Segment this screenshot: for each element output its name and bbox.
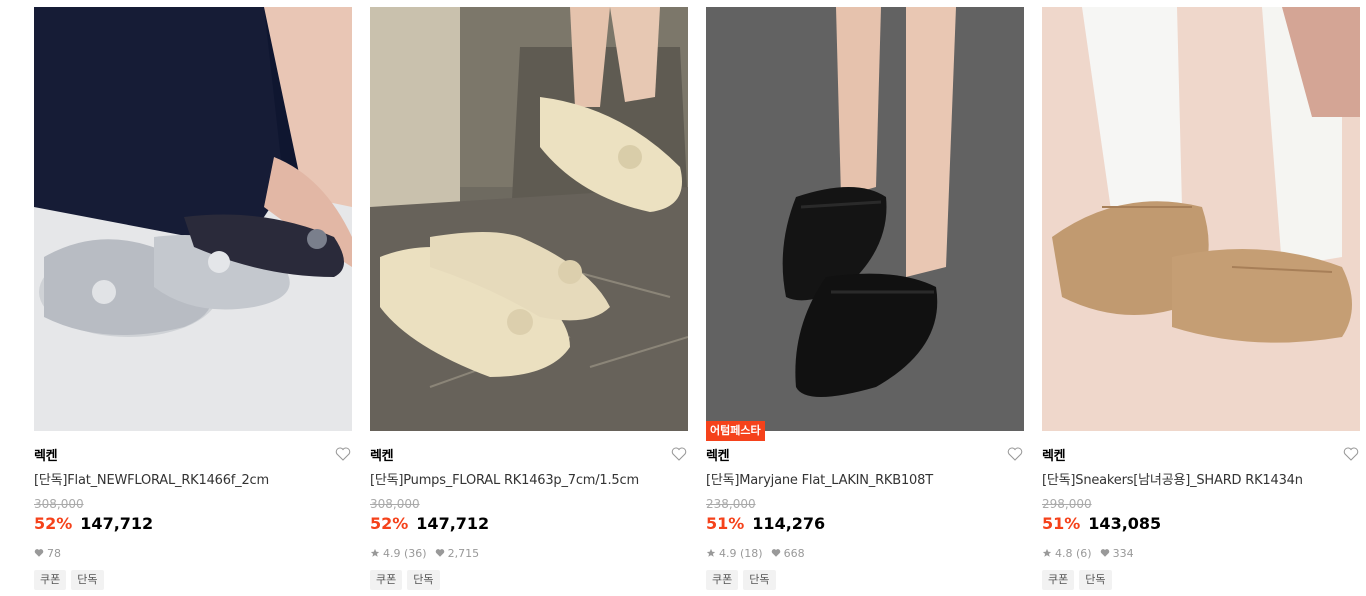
sale-price: 147,712 <box>80 514 154 533</box>
product-image[interactable]: 어텀페스타 <box>706 7 1024 441</box>
brand-name[interactable]: 렉켄 <box>706 445 730 464</box>
tag-exclusive: 단독 <box>1079 570 1112 590</box>
product-card[interactable]: 렉켄 [단독]Flat_NEWFLORAL_RK1466f_2cm 308,00… <box>34 7 352 590</box>
original-price: 308,000 <box>34 497 84 511</box>
discount-rate: 52% <box>370 514 409 533</box>
product-title[interactable]: [단독]Pumps_FLORAL RK1463p_7cm/1.5cm <box>370 472 688 489</box>
rating-value: 4.9 <box>719 546 737 560</box>
small-heart-icon <box>435 549 444 557</box>
product-image[interactable] <box>34 7 352 431</box>
like-count: 2,715 <box>447 546 480 560</box>
star-icon <box>370 548 380 557</box>
product-image[interactable] <box>370 7 688 431</box>
tag-exclusive: 단독 <box>71 570 104 590</box>
discount-rate: 51% <box>706 514 745 533</box>
original-price: 238,000 <box>706 497 756 511</box>
tag-coupon: 쿠폰 <box>706 570 739 590</box>
original-price: 308,000 <box>370 497 420 511</box>
sale-price: 143,085 <box>1088 514 1162 533</box>
small-heart-icon <box>34 549 44 557</box>
discount-rate: 52% <box>34 514 73 533</box>
like-count: 78 <box>47 546 61 560</box>
brand-name[interactable]: 렉켄 <box>370 445 394 464</box>
tag-exclusive: 단독 <box>407 570 440 590</box>
review-count: (6) <box>1076 546 1092 560</box>
tag-exclusive: 단독 <box>743 570 776 590</box>
rating-value: 4.9 <box>383 546 401 560</box>
original-price: 298,000 <box>1042 497 1092 511</box>
tag-coupon: 쿠폰 <box>1042 570 1075 590</box>
small-heart-icon <box>1100 549 1109 557</box>
review-count: (36) <box>404 546 427 560</box>
product-grid: 렉켄 [단독]Flat_NEWFLORAL_RK1466f_2cm 308,00… <box>0 0 1366 596</box>
star-icon <box>706 548 716 557</box>
like-count: 668 <box>783 546 805 560</box>
brand-name[interactable]: 렉켄 <box>34 445 58 464</box>
heart-icon[interactable] <box>670 445 688 463</box>
product-title[interactable]: [단독]Sneakers[남녀공용]_SHARD RK1434n <box>1042 472 1360 489</box>
brand-name[interactable]: 렉켄 <box>1042 445 1066 464</box>
small-heart-icon <box>771 549 780 557</box>
product-image[interactable] <box>1042 7 1360 431</box>
heart-icon[interactable] <box>334 445 352 463</box>
sale-price: 114,276 <box>752 514 826 533</box>
tag-coupon: 쿠폰 <box>370 570 403 590</box>
product-card[interactable]: 어텀페스타 렉켄 [단독]Maryjane Flat_LAKIN_RKB108T… <box>706 7 1024 590</box>
discount-rate: 51% <box>1042 514 1081 533</box>
promo-badge: 어텀페스타 <box>706 421 765 441</box>
product-title[interactable]: [단독]Maryjane Flat_LAKIN_RKB108T <box>706 472 1024 489</box>
rating-value: 4.8 <box>1055 546 1073 560</box>
heart-icon[interactable] <box>1342 445 1360 463</box>
tag-coupon: 쿠폰 <box>34 570 67 590</box>
sale-price: 147,712 <box>416 514 490 533</box>
like-count: 334 <box>1112 546 1134 560</box>
heart-icon[interactable] <box>1006 445 1024 463</box>
product-card[interactable]: 렉켄 [단독]Pumps_FLORAL RK1463p_7cm/1.5cm 30… <box>370 7 688 590</box>
product-title[interactable]: [단독]Flat_NEWFLORAL_RK1466f_2cm <box>34 472 352 489</box>
review-count: (18) <box>740 546 763 560</box>
star-icon <box>1042 548 1052 557</box>
product-card[interactable]: 렉켄 [단독]Sneakers[남녀공용]_SHARD RK1434n 298,… <box>1042 7 1360 590</box>
